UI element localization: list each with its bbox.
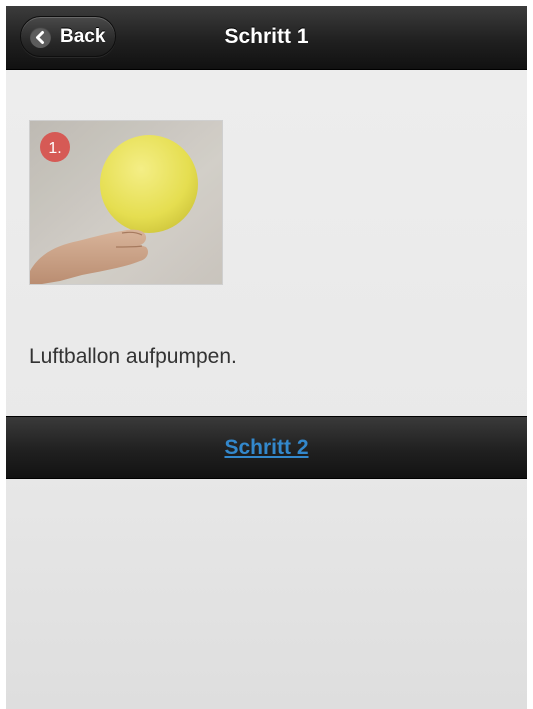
step-description: Luftballon aufpumpen.: [29, 345, 237, 368]
step-number-text: 1.: [48, 140, 61, 157]
header-bar: Back Schritt 1: [6, 6, 527, 70]
next-step-link[interactable]: Schritt 2: [6, 436, 527, 460]
footer-bar: Schritt 2: [6, 416, 527, 479]
step-image: 1.: [29, 120, 223, 285]
app-screen: Back Schritt 1 1. Luftballon aufpumpen. …: [6, 6, 527, 709]
page-title: Schritt 1: [224, 25, 309, 48]
balloon-shape: [100, 135, 198, 233]
